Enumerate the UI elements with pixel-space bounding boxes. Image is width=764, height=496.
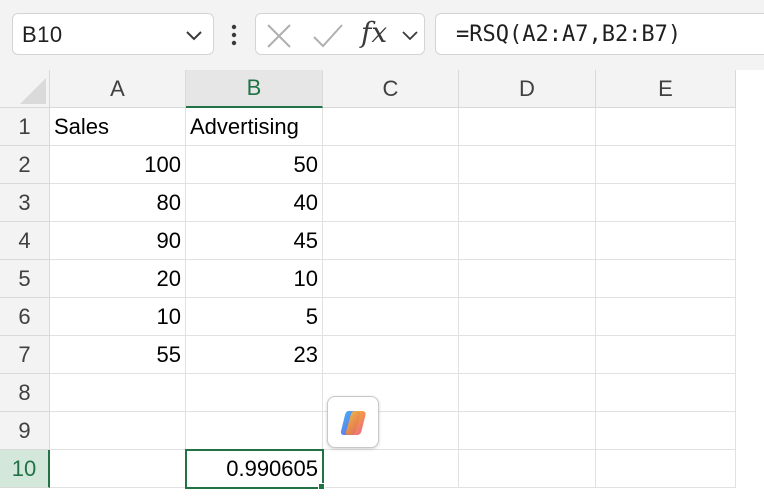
cell-b2[interactable]: 50 [186, 146, 323, 184]
cell-b8[interactable] [186, 374, 323, 412]
cell-b3[interactable]: 40 [186, 184, 323, 222]
column-header-c[interactable]: C [323, 70, 459, 108]
cell-a9[interactable] [50, 412, 186, 450]
row-header-4[interactable]: 4 [0, 222, 50, 260]
copilot-button[interactable] [327, 396, 379, 448]
chevron-down-icon[interactable] [400, 25, 420, 45]
row-header-2[interactable]: 2 [0, 146, 50, 184]
cell-e2[interactable] [596, 146, 736, 184]
chevron-down-icon[interactable] [183, 24, 205, 46]
cell-a10[interactable] [50, 450, 186, 488]
formula-input[interactable]: =RSQ(A2:A7,B2:B7) [435, 13, 764, 55]
cell-d10[interactable] [459, 450, 596, 488]
select-all-button[interactable] [0, 70, 50, 108]
cell-b9[interactable] [186, 412, 323, 450]
cell-b7[interactable]: 23 [186, 336, 323, 374]
name-box-value[interactable]: B10 [22, 22, 63, 48]
column-header-d[interactable]: D [459, 70, 596, 108]
cell-c1[interactable] [323, 108, 459, 146]
cell-a3[interactable]: 80 [50, 184, 186, 222]
cell-d4[interactable] [459, 222, 596, 260]
fill-handle[interactable] [318, 483, 325, 490]
row-header-3[interactable]: 3 [0, 184, 50, 222]
formula-bar-area: B10 fx =RSQ(A2:A7,B2:B7) [0, 0, 764, 70]
cell-b5[interactable]: 10 [186, 260, 323, 298]
cell-d9[interactable] [459, 412, 596, 450]
cell-e3[interactable] [596, 184, 736, 222]
cell-c2[interactable] [323, 146, 459, 184]
row-header-5[interactable]: 5 [0, 260, 50, 298]
cell-d2[interactable] [459, 146, 596, 184]
more-options-icon[interactable] [229, 22, 239, 48]
cancel-x-icon[interactable] [266, 23, 292, 49]
insert-function-icon[interactable]: fx [361, 16, 387, 49]
cell-d5[interactable] [459, 260, 596, 298]
select-all-triangle [20, 78, 46, 104]
row-header-8[interactable]: 8 [0, 374, 50, 412]
cell-d6[interactable] [459, 298, 596, 336]
cell-c3[interactable] [323, 184, 459, 222]
cell-e9[interactable] [596, 412, 736, 450]
column-header-a[interactable]: A [50, 70, 186, 108]
spreadsheet-grid: A B C D E 1 Sales Advertising 2 100 50 3 80 40 4 90 45 5 2… [0, 70, 764, 496]
cell-e7[interactable] [596, 336, 736, 374]
cell-c7[interactable] [323, 336, 459, 374]
cell-b6[interactable]: 5 [186, 298, 323, 336]
cell-a2[interactable]: 100 [50, 146, 186, 184]
cell-a7[interactable]: 55 [50, 336, 186, 374]
cell-a1[interactable]: Sales [50, 108, 186, 146]
cell-b10[interactable]: 0.990605 [186, 450, 323, 488]
formula-actions: fx [255, 13, 425, 55]
cell-e1[interactable] [596, 108, 736, 146]
row-header-7[interactable]: 7 [0, 336, 50, 374]
cell-e5[interactable] [596, 260, 736, 298]
cell-e8[interactable] [596, 374, 736, 412]
copilot-icon [340, 411, 366, 435]
cell-c4[interactable] [323, 222, 459, 260]
cell-a5[interactable]: 20 [50, 260, 186, 298]
cell-a4[interactable]: 90 [50, 222, 186, 260]
cell-d7[interactable] [459, 336, 596, 374]
row-header-9[interactable]: 9 [0, 412, 50, 450]
row-header-1[interactable]: 1 [0, 108, 50, 146]
row-header-10[interactable]: 10 [0, 450, 50, 488]
cell-c6[interactable] [323, 298, 459, 336]
column-header-e[interactable]: E [596, 70, 736, 108]
row-header-6[interactable]: 6 [0, 298, 50, 336]
cell-d3[interactable] [459, 184, 596, 222]
formula-text[interactable]: =RSQ(A2:A7,B2:B7) [456, 22, 681, 47]
cell-a6[interactable]: 10 [50, 298, 186, 336]
cell-b4[interactable]: 45 [186, 222, 323, 260]
cell-e10[interactable] [596, 450, 736, 488]
column-header-b[interactable]: B [186, 70, 323, 108]
cell-c10[interactable] [323, 450, 459, 488]
cell-a8[interactable] [50, 374, 186, 412]
cell-c5[interactable] [323, 260, 459, 298]
cell-e4[interactable] [596, 222, 736, 260]
cell-b1[interactable]: Advertising [186, 108, 323, 146]
cell-d8[interactable] [459, 374, 596, 412]
enter-check-icon[interactable] [312, 23, 344, 49]
cell-d1[interactable] [459, 108, 596, 146]
cell-e6[interactable] [596, 298, 736, 336]
name-box[interactable]: B10 [12, 13, 214, 55]
